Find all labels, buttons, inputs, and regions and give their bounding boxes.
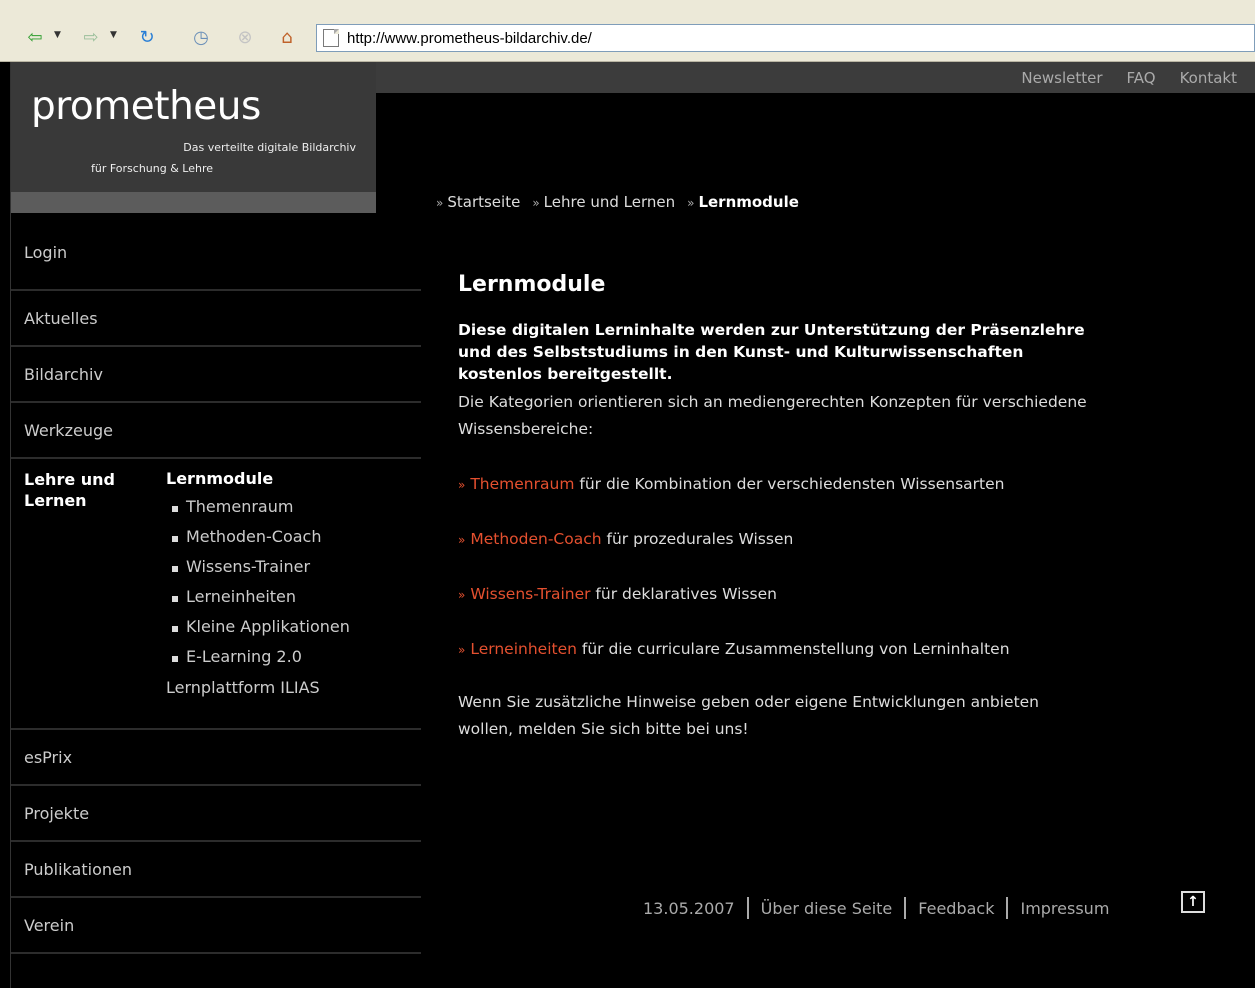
browser-toolbar: ⇦ ▼ ⇨ ▼ ↻ ◷ ⊗ ⌂ http://www.prometheus-bi… bbox=[0, 0, 1255, 62]
outro-text: Wenn Sie zusätzliche Hinweise geben oder… bbox=[458, 693, 1040, 738]
nav-item-projekte[interactable]: Projekte bbox=[11, 786, 421, 842]
breadcrumb-current: » Lernmodule bbox=[687, 193, 799, 211]
subnav-item[interactable]: E-Learning 2.0 bbox=[166, 647, 350, 677]
footer-impressum-link[interactable]: Impressum bbox=[1020, 899, 1109, 918]
page-icon bbox=[323, 29, 339, 47]
main-content: Lernmodule Diese digitalen Lerninhalte w… bbox=[458, 272, 1098, 743]
nav-item-verein[interactable]: Verein bbox=[11, 898, 421, 954]
subnav-item[interactable]: Lerneinheiten bbox=[166, 587, 350, 617]
module-row: » Methoden-Coach für prozedurales Wissen bbox=[458, 530, 794, 548]
subnav-item[interactable]: Themenraum bbox=[166, 497, 350, 527]
nav-item-esprix[interactable]: esPrix bbox=[11, 730, 421, 786]
home-icon[interactable]: ⌂ bbox=[274, 24, 300, 50]
nav-item-lehre-und-lernen: Lehre und Lernen Lernmodule Themenraum M… bbox=[11, 459, 421, 730]
reload-icon[interactable]: ↻ bbox=[134, 24, 160, 50]
back-dropdown-icon[interactable]: ▼ bbox=[54, 30, 61, 40]
breadcrumb: » Startseite » Lehre und Lernen » Lernmodul… bbox=[436, 193, 799, 211]
module-row: » Lerneinheiten für die curriculare Zusam… bbox=[458, 640, 1010, 658]
logo-subtitle-2: für Forschung & Lehre bbox=[91, 162, 214, 175]
footer: 13.05.2007 Über diese Seite Feedback Imp… bbox=[643, 897, 1109, 919]
module-row: » Wissens-Trainer für deklaratives Wissen bbox=[458, 585, 777, 603]
subnav-head[interactable]: Lernmodule bbox=[166, 469, 350, 488]
nav-item-bildarchiv[interactable]: Bildarchiv bbox=[11, 347, 421, 403]
page: prometheus Das verteilte digitale Bildar… bbox=[10, 62, 1255, 988]
subnav-item[interactable]: Wissens-Trainer bbox=[166, 557, 350, 587]
lerneinheiten-link[interactable]: » Lerneinheiten bbox=[458, 640, 577, 658]
top-links: Newsletter FAQ Kontakt bbox=[1021, 69, 1237, 87]
nav-item-publikationen[interactable]: Publikationen bbox=[11, 842, 421, 898]
breadcrumb-item[interactable]: » Lehre und Lernen bbox=[532, 193, 675, 211]
forward-dropdown-icon[interactable]: ▼ bbox=[110, 30, 117, 40]
category-text: Die Kategorien orientieren sich an medie… bbox=[458, 393, 1087, 438]
stop-icon[interactable]: ⊗ bbox=[232, 24, 258, 50]
back-icon[interactable]: ⇦ bbox=[22, 24, 48, 50]
subnav-ilias-link[interactable]: Lernplattform ILIAS bbox=[166, 678, 350, 697]
history-icon[interactable]: ◷ bbox=[188, 24, 214, 50]
page-title: Lernmodule bbox=[458, 272, 606, 297]
wissens-trainer-link[interactable]: » Wissens-Trainer bbox=[458, 585, 591, 603]
module-links: » Themenraum für die Kombination der vers… bbox=[458, 471, 1098, 663]
nav-item-login[interactable]: Login bbox=[11, 213, 421, 291]
nav-item-werkzeuge[interactable]: Werkzeuge bbox=[11, 403, 421, 459]
address-bar[interactable]: http://www.prometheus-bildarchiv.de/ bbox=[316, 24, 1255, 52]
themenraum-link[interactable]: » Themenraum bbox=[458, 475, 574, 493]
intro-text: Diese digitalen Lerninhalte werden zur U… bbox=[458, 321, 1085, 383]
nav-item-aktuelles[interactable]: Aktuelles bbox=[11, 291, 421, 347]
footer-divider bbox=[904, 897, 907, 919]
footer-feedback-link[interactable]: Feedback bbox=[918, 899, 994, 918]
sidebar-nav: Login Aktuelles Bildarchiv Werkzeuge Leh… bbox=[11, 213, 421, 954]
footer-about-link[interactable]: Über diese Seite bbox=[761, 899, 893, 918]
faq-link[interactable]: FAQ bbox=[1127, 69, 1156, 87]
logo-subtitle-1: Das verteilte digitale Bildarchiv bbox=[183, 141, 356, 154]
subnav-item[interactable]: Methoden-Coach bbox=[166, 527, 350, 557]
kontakt-link[interactable]: Kontakt bbox=[1180, 69, 1237, 87]
logo-wordmark: prometheus bbox=[31, 84, 261, 129]
subnav: Lernmodule Themenraum Methoden-Coach Wis… bbox=[166, 469, 350, 697]
footer-divider bbox=[746, 897, 749, 919]
methoden-coach-link[interactable]: » Methoden-Coach bbox=[458, 530, 602, 548]
url-text[interactable]: http://www.prometheus-bildarchiv.de/ bbox=[347, 30, 592, 47]
nav-active-label[interactable]: Lehre und Lernen bbox=[24, 469, 144, 511]
breadcrumb-item[interactable]: » Startseite bbox=[436, 193, 520, 211]
logo[interactable]: prometheus Das verteilte digitale Bildar… bbox=[11, 62, 376, 213]
logo-bar bbox=[11, 192, 376, 213]
forward-icon[interactable]: ⇨ bbox=[78, 24, 104, 50]
scroll-top-icon[interactable]: ↑ bbox=[1181, 891, 1205, 913]
footer-date: 13.05.2007 bbox=[643, 898, 735, 918]
subnav-item[interactable]: Kleine Applikationen bbox=[166, 617, 350, 647]
newsletter-link[interactable]: Newsletter bbox=[1021, 69, 1102, 87]
module-row: » Themenraum für die Kombination der vers… bbox=[458, 475, 1005, 493]
footer-divider bbox=[1006, 897, 1009, 919]
